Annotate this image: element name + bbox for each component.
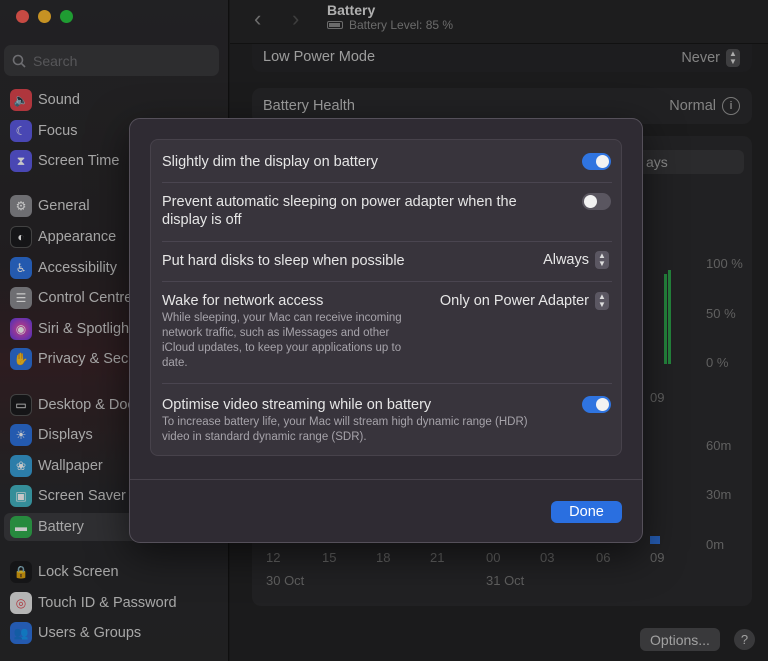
wake-network-description: While sleeping, your Mac can receive inc… [162, 312, 402, 369]
divider [162, 383, 612, 384]
divider [162, 241, 612, 242]
hard-disk-sleep-select[interactable]: Always ▲ ▼ [543, 251, 609, 269]
dim-display-label: Slightly dim the display on battery [162, 154, 378, 170]
wake-network-select[interactable]: Only on Power Adapter ▲ ▼ [440, 292, 609, 310]
dim-display-toggle[interactable] [582, 153, 611, 170]
footer-divider [130, 479, 642, 480]
divider [162, 281, 612, 282]
prevent-sleep-label: Prevent automatic sleeping on power adap… [162, 194, 517, 228]
hard-disk-sleep-label: Put hard disks to sleep when possible [162, 253, 405, 269]
prevent-sleep-toggle[interactable] [582, 193, 611, 210]
hard-disk-sleep-value: Always [543, 252, 589, 268]
up-down-chevron-icon: ▲ ▼ [595, 251, 609, 269]
optimise-video-description: To increase battery life, your Mac will … [162, 416, 528, 443]
optimise-video-toggle[interactable] [582, 396, 611, 413]
up-down-chevron-icon: ▲ ▼ [595, 292, 609, 310]
wake-network-label: Wake for network access [162, 293, 324, 309]
battery-options-dialog: Slightly dim the display on battery Prev… [129, 118, 643, 543]
divider [162, 182, 612, 183]
options-group: Slightly dim the display on battery Prev… [150, 139, 622, 456]
optimise-video-label: Optimise video streaming while on batter… [162, 397, 432, 413]
done-button[interactable]: Done [551, 501, 622, 523]
wake-network-value: Only on Power Adapter [439, 293, 589, 309]
